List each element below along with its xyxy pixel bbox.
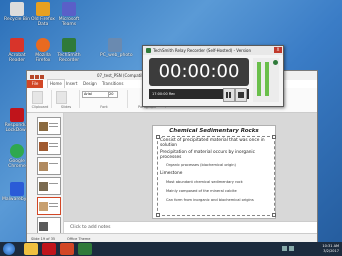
slide-thumbnail[interactable] — [37, 137, 61, 155]
new-slide-button[interactable] — [56, 91, 67, 104]
pause-button[interactable] — [223, 88, 235, 102]
sub-bullet: Organic processes (biochemical origin) — [166, 163, 236, 167]
techsmith-recorder-icon[interactable]: TechSmith Recorder — [54, 38, 84, 63]
recorder-window: TechSmith Relay Recorder (Self-Hosted) -… — [142, 45, 284, 107]
close-button[interactable]: X — [274, 47, 282, 53]
slide-thumbnail[interactable] — [37, 177, 61, 195]
recorder-title-bar: TechSmith Relay Recorder (Self-Hosted) -… — [143, 46, 283, 55]
sub-bullet: Mainly composed of the mineral calcite — [166, 189, 237, 193]
network-icon[interactable] — [282, 246, 287, 251]
slide-thumbnail-pane — [27, 113, 64, 235]
recorder-logo-icon — [146, 48, 151, 53]
stop-button[interactable] — [235, 88, 247, 102]
clipboard-group: Clipboard — [29, 90, 52, 109]
recording-timer: 00:00:00 — [149, 58, 249, 86]
file-explorer-icon[interactable] — [24, 243, 38, 255]
desktop: Recycle Bin Old Firefox Data Microsoft T… — [0, 0, 342, 256]
tab-home[interactable]: Home — [47, 79, 65, 88]
slide-thumbnail[interactable] — [37, 157, 61, 175]
photo-file-icon[interactable]: PC_web_photo — [100, 38, 133, 58]
sub-bullet: Can form from inorganic and biochemical … — [166, 198, 254, 202]
mouse-cursor-icon — [258, 192, 261, 198]
sub-bullet: Most abundant chemical sedimentary rock — [166, 180, 243, 184]
current-slide[interactable]: Chemical Sedimentary Rocks Consist of pr… — [152, 125, 276, 219]
start-button-icon[interactable] — [3, 243, 15, 255]
audio-level-meter — [253, 58, 279, 102]
tab-design[interactable]: Design — [83, 80, 97, 88]
quick-access-toolbar[interactable] — [30, 73, 54, 79]
slide-thumbnail-selected[interactable] — [37, 197, 61, 215]
volume-icon[interactable] — [289, 246, 294, 251]
tab-file[interactable]: File — [27, 80, 43, 88]
slide-thumbnail[interactable] — [37, 117, 61, 135]
tab-insert[interactable]: Insert — [66, 80, 77, 88]
slide-title[interactable]: Chemical Sedimentary Rocks — [153, 128, 275, 134]
tab-transitions[interactable]: Transitions — [102, 80, 123, 88]
bullet: Consist of precipitated material that wa… — [160, 138, 265, 148]
font-group: Font — [81, 90, 128, 109]
recorder-title: TechSmith Relay Recorder (Self-Hosted) -… — [153, 48, 252, 53]
bullet: Precipitation of material occurs by inor… — [160, 150, 255, 160]
powerpoint-taskbar-icon[interactable] — [60, 243, 74, 255]
slides-group: Slides — [53, 90, 80, 109]
respondus-taskbar-icon[interactable] — [42, 243, 56, 255]
system-clock[interactable]: 10:31 AM 3/2/2017 — [322, 242, 339, 256]
slide-canvas: Chemical Sedimentary Rocks Consist of pr… — [64, 113, 317, 221]
recorder-taskbar-icon[interactable] — [78, 243, 92, 255]
content-placeholder[interactable]: Consist of precipitated material that wa… — [156, 135, 276, 217]
bullet: Limestone — [160, 171, 183, 176]
paste-button[interactable] — [32, 91, 43, 104]
teams-icon[interactable]: Microsoft Teams — [54, 2, 84, 27]
taskbar: 10:31 AM 3/2/2017 — [0, 242, 342, 256]
